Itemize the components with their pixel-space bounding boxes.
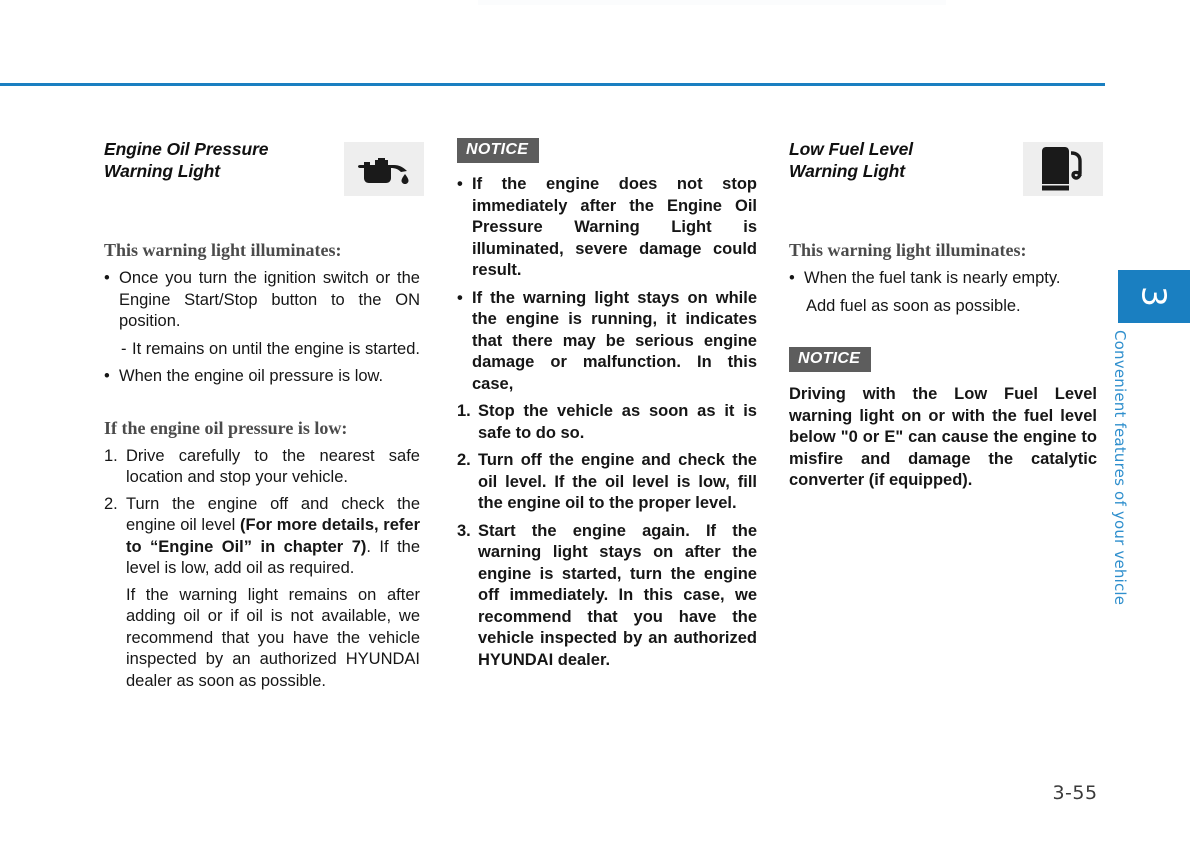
bullet-marker: • [789, 269, 795, 287]
list-item-text: It remains on until the engine is starte… [132, 339, 420, 358]
page-title: Engine Oil Pressure Warning Light [104, 138, 329, 182]
list-item: • When the engine oil pressure is low. [104, 366, 420, 388]
list-item-text: Once you turn the ignition switch or the… [119, 269, 420, 330]
list-item-text: Start the engine again. If the warning l… [478, 521, 757, 669]
list-item-text: When the fuel tank is nearly empty. [804, 269, 1061, 287]
section-title-line1: Low Fuel Level [789, 139, 914, 159]
bullet-marker: • [104, 269, 110, 287]
bullet-marker: • [457, 288, 463, 307]
lead-if-oil-pressure-low: If the engine oil pressure is low: [104, 417, 348, 438]
page-number: 3-55 [1052, 782, 1098, 804]
section-head-low-fuel-level: Low Fuel Level Warning Light [789, 138, 1103, 204]
number-marker: 3. [457, 521, 471, 540]
bullet-marker: • [457, 175, 463, 193]
bullet-marker: • [104, 367, 110, 385]
list-item: 1. Drive carefully to the nearest safe l… [104, 446, 420, 489]
chapter-tab: 3 [1118, 270, 1190, 323]
lead-illuminates-oil: This warning light illuminates: [104, 240, 342, 260]
section-title-line2: Warning Light [104, 161, 220, 181]
list-item-text: Turn off the engine and check the oil le… [478, 451, 757, 512]
column-oil-notice: NOTICE • If the engine does not stop imm… [457, 138, 757, 677]
column-low-fuel-level: Low Fuel Level Warning Light This warnin… [789, 138, 1103, 492]
list-item-text: When the engine oil pressure is low. [119, 367, 384, 385]
list-item: 2. Turn off the engine and check the oil… [457, 450, 757, 515]
list-item-text: If the engine does not stop immediately … [472, 175, 757, 279]
notice-body-oil: • If the engine does not stop immediatel… [457, 174, 757, 671]
fuel-pump-icon [1042, 147, 1082, 191]
number-marker: 2. [104, 494, 118, 513]
lead-illuminates-fuel: This warning light illuminates: [789, 240, 1027, 260]
list-item: 3. Start the engine again. If the warnin… [457, 521, 757, 672]
list-item-text: Stop the vehicle as soon as it is safe t… [478, 402, 757, 442]
column-engine-oil-pressure: Engine Oil Pressure Warning Light This w… [104, 138, 424, 692]
list-item-text: Turn the engine off and check the engine… [126, 494, 420, 580]
number-marker: 2. [457, 451, 471, 469]
oil-can-icon [358, 158, 409, 184]
chapter-number: 3 [1134, 286, 1174, 307]
fuel-pump-icon-box [1023, 142, 1103, 196]
top-faint-band [478, 0, 946, 5]
list-item-text: Drive carefully to the nearest safe loca… [126, 446, 420, 487]
list-item: • If the warning light stays on while th… [457, 288, 757, 396]
dash-marker: - [121, 339, 127, 358]
oil-can-icon-box [344, 142, 424, 196]
notice-block-fuel: NOTICE Driving with the Low Fuel Level w… [789, 347, 1097, 492]
page-title-fuel: Low Fuel Level Warning Light [789, 138, 1014, 182]
list-item: • Once you turn the ignition switch or t… [104, 268, 420, 333]
number-marker: 1. [104, 446, 118, 465]
section-title-line2: Warning Light [789, 161, 905, 181]
list-item: • If the engine does not stop immediatel… [457, 174, 757, 282]
list-item: - It remains on until the engine is star… [104, 339, 420, 361]
list-item-text: If the warning light stays on while the … [472, 288, 757, 393]
notice-body-fuel: Driving with the Low Fuel Level warning … [789, 385, 1097, 489]
notice-badge: NOTICE [789, 347, 872, 372]
fuel-bullet-continuation: Add fuel as soon as possible. [806, 296, 1021, 315]
section-head-engine-oil-pressure: Engine Oil Pressure Warning Light [104, 138, 424, 204]
oil-followup-paragraph: If the warning light remains on after ad… [126, 585, 420, 690]
list-item: 2. Turn the engine off and check the eng… [104, 494, 420, 580]
chapter-title: Convenient features of your vehicle [1111, 330, 1129, 606]
notice-badge: NOTICE [457, 138, 540, 163]
list-item: 1. Stop the vehicle as soon as it is saf… [457, 401, 757, 444]
list-item: • When the fuel tank is nearly empty. [789, 268, 1097, 290]
header-rule [0, 83, 1105, 86]
section-title-line1: Engine Oil Pressure [104, 139, 269, 159]
number-marker: 1. [457, 402, 471, 420]
